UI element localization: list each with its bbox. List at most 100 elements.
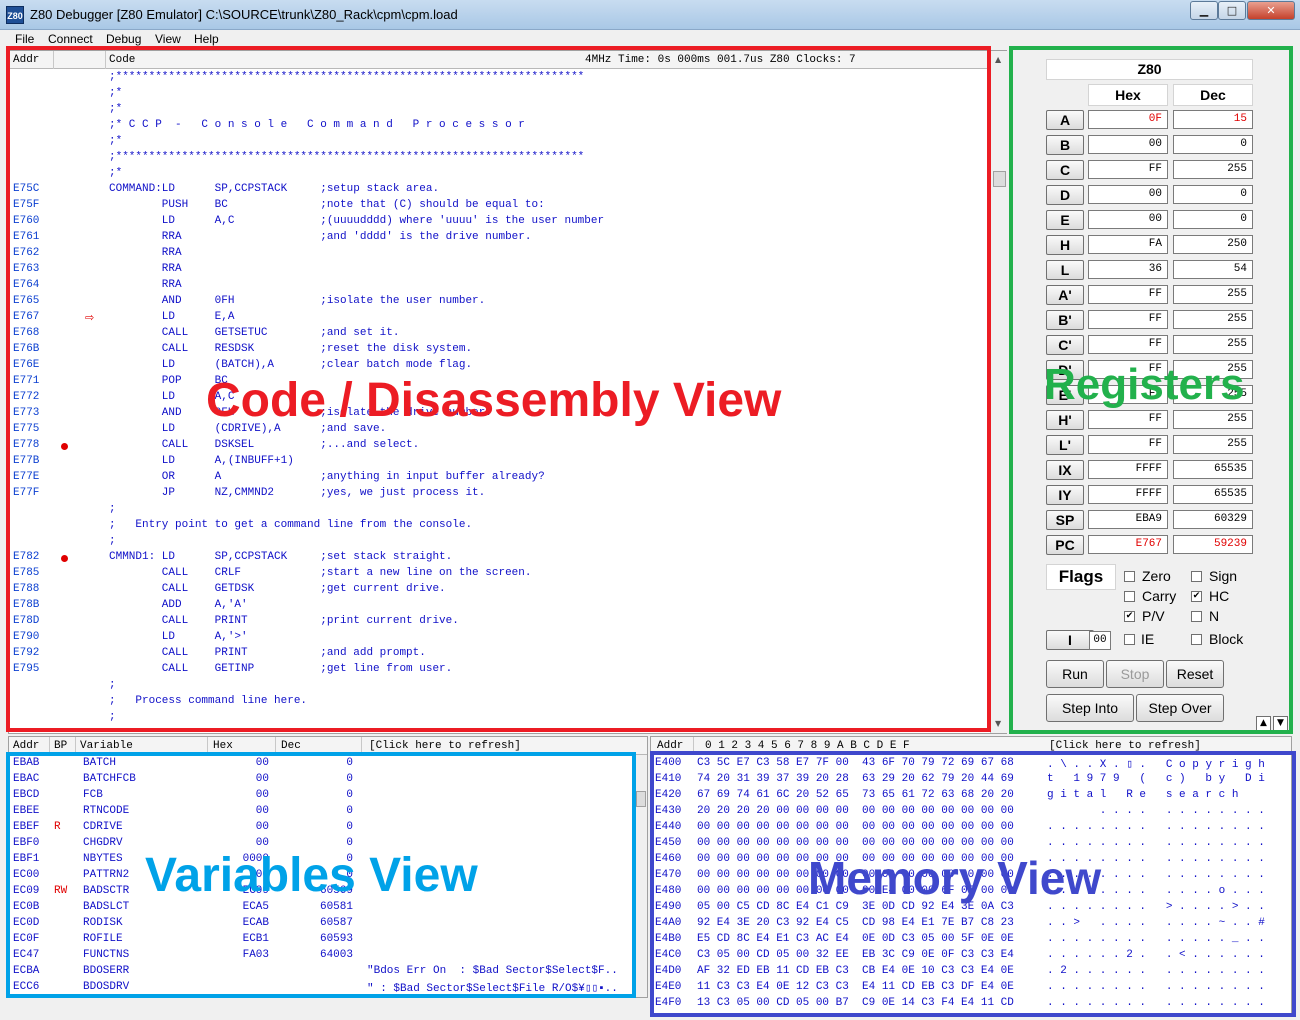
variable-row[interactable]: EBCD FCB 00 0 xyxy=(9,789,633,805)
var-header-hex[interactable]: Hex xyxy=(213,740,233,752)
code-view[interactable]: Addr Code 4MHz Time: 0s 000ms 001.7us Z8… xyxy=(8,50,1007,734)
code-line[interactable]: E792 CALL PRINT ;and add prompt. xyxy=(9,647,989,663)
stop-button[interactable]: Stop xyxy=(1106,660,1164,688)
code-line[interactable]: ; Process command line here. xyxy=(9,695,989,711)
code-header-addr[interactable]: Addr xyxy=(13,54,39,66)
memory-hex-bytes[interactable]: C3 5C E7 C3 58 E7 7F 00 43 6F 70 79 72 6… xyxy=(697,757,1014,773)
code-line[interactable]: ; xyxy=(9,503,989,519)
code-line[interactable]: E778 CALL DSKSEL ;...and select. xyxy=(9,439,989,455)
memory-hex-bytes[interactable]: 67 69 74 61 6C 20 52 65 73 65 61 72 63 6… xyxy=(697,789,1014,805)
menu-debug[interactable]: Debug xyxy=(106,32,141,46)
breakpoint-icon[interactable] xyxy=(61,555,68,562)
ie-checkbox[interactable] xyxy=(1124,634,1135,645)
variable-row[interactable]: EC47 FUNCTNS FA03 64003 xyxy=(9,949,633,965)
code-line[interactable]: E765 AND 0FH ;isolate the user number. xyxy=(9,295,989,311)
code-line[interactable]: ; xyxy=(9,535,989,551)
code-line[interactable]: ;***************************************… xyxy=(9,151,989,167)
memory-row[interactable]: E490 05 00 C5 CD 8C E4 C1 C9 3E 0D CD 92 … xyxy=(651,901,1291,917)
variables-scroll-thumb[interactable] xyxy=(636,791,646,807)
code-line[interactable]: ; xyxy=(9,711,989,727)
code-line[interactable]: E77B LD A,(INBUFF+1) xyxy=(9,455,989,471)
variable-breakpoint[interactable]: R xyxy=(54,821,61,837)
memory-hex-bytes[interactable]: C3 05 00 CD 05 00 32 EE EB 3C C9 0E 0F C… xyxy=(697,949,1014,965)
code-line[interactable]: ;* xyxy=(9,87,989,103)
variables-scrollbar[interactable] xyxy=(633,755,647,997)
mem-header-addr[interactable]: Addr xyxy=(657,740,683,752)
scroll-up-arrow-icon[interactable]: ▲ xyxy=(1256,716,1271,731)
i-register-button[interactable]: I xyxy=(1046,630,1094,650)
code-line[interactable]: E775 LD (CDRIVE),A ;and save. xyxy=(9,423,989,439)
scroll-down-arrow-icon[interactable]: ▼ xyxy=(1273,716,1288,731)
code-line[interactable]: E788 CALL GETDSK ;get current drive. xyxy=(9,583,989,599)
variable-row[interactable]: EBAC BATCHFCB 00 0 xyxy=(9,773,633,789)
memory-row[interactable]: E4C0 C3 05 00 CD 05 00 32 EE EB 3C C9 0E … xyxy=(651,949,1291,965)
code-scrollbar[interactable]: ▲ ▼ xyxy=(990,51,1007,733)
memory-row[interactable]: E470 00 00 00 00 00 00 00 00 00 00 00 00 … xyxy=(651,869,1291,885)
minimize-button[interactable]: ▁ xyxy=(1190,1,1218,20)
variable-row[interactable]: EC0D RODISK ECAB 60587 xyxy=(9,917,633,933)
code-line[interactable]: E76E LD (BATCH),A ;clear batch mode flag… xyxy=(9,359,989,375)
code-scroll-thumb[interactable] xyxy=(993,171,1006,187)
memory-hex-bytes[interactable]: 13 C3 05 00 CD 05 00 B7 C9 0E 14 C3 F4 E… xyxy=(697,997,1014,1013)
code-line[interactable]: E761 RRA ;and 'dddd' is the drive number… xyxy=(9,231,989,247)
memory-hex-bytes[interactable]: 00 00 00 00 00 00 00 00 00 00 00 00 00 0… xyxy=(697,837,1014,853)
code-line[interactable]: E76B CALL RESDSK ;reset the disk system. xyxy=(9,343,989,359)
i-register-field[interactable]: 00 xyxy=(1089,631,1111,650)
memory-row[interactable]: E4A0 92 E4 3E 20 C3 92 E4 C5 CD 98 E4 E1 … xyxy=(651,917,1291,933)
menu-help[interactable]: Help xyxy=(194,32,219,46)
flag-n-checkbox[interactable] xyxy=(1191,611,1202,622)
code-line[interactable]: ;* xyxy=(9,135,989,151)
code-line[interactable]: E763 RRA xyxy=(9,263,989,279)
memory-row[interactable]: E440 00 00 00 00 00 00 00 00 00 00 00 00 … xyxy=(651,821,1291,837)
maximize-button[interactable]: □ xyxy=(1218,1,1246,20)
flag-pv-checkbox[interactable]: ✔ xyxy=(1124,611,1135,622)
memory-row[interactable]: E420 67 69 74 61 6C 20 52 65 73 65 61 72 … xyxy=(651,789,1291,805)
memory-hex-bytes[interactable]: 20 20 20 20 00 00 00 00 00 00 00 00 00 0… xyxy=(697,805,1014,821)
code-line[interactable]: E772 LD A,C xyxy=(9,391,989,407)
code-line[interactable]: E782 CMMND1: LD SP,CCPSTACK ;set stack st… xyxy=(9,551,989,567)
memory-row[interactable]: E450 00 00 00 00 00 00 00 00 00 00 00 00 … xyxy=(651,837,1291,853)
code-line[interactable]: E77F JP NZ,CMMND2 ;yes, we just process … xyxy=(9,487,989,503)
code-line[interactable]: E790 LD A,'>' xyxy=(9,631,989,647)
memory-view[interactable]: Addr 0 1 2 3 4 5 6 7 8 9 A B C D E F [Cl… xyxy=(650,736,1292,1016)
code-line[interactable]: E77E OR A ;anything in input buffer alre… xyxy=(9,471,989,487)
var-header-bp[interactable]: BP xyxy=(54,740,67,752)
memory-row[interactable]: E4D0 AF 32 ED EB 11 CD EB C3 CB E4 0E 10 … xyxy=(651,965,1291,981)
code-line[interactable]: E785 CALL CRLF ;start a new line on the … xyxy=(9,567,989,583)
memory-hex-bytes[interactable]: 00 00 00 00 00 00 00 00 00 00 00 00 00 0… xyxy=(697,821,1014,837)
memory-row[interactable]: E460 00 00 00 00 00 00 00 00 00 00 00 00 … xyxy=(651,853,1291,869)
variable-row[interactable]: EC09 RW BADSCTR EC99 60569 xyxy=(9,885,633,901)
flag-zero-checkbox[interactable] xyxy=(1124,571,1135,582)
menu-connect[interactable]: Connect xyxy=(48,32,93,46)
variable-row[interactable]: EBF1 NBYTES 0000 0 xyxy=(9,853,633,869)
menu-view[interactable]: View xyxy=(155,32,181,46)
run-button[interactable]: Run xyxy=(1046,660,1104,688)
code-line[interactable]: E773 AND 0FH ;isolate the drive number. xyxy=(9,407,989,423)
title-bar[interactable]: Z80 Z80 Debugger [Z80 Emulator] C:\SOURC… xyxy=(0,0,1300,30)
variables-rows[interactable]: EBAB BATCH 00 0 EBAC BATCHFCB 00 0 EBCD FCB 00 0 EBE… xyxy=(9,757,633,997)
code-line[interactable]: ;* xyxy=(9,103,989,119)
memory-hex-bytes[interactable]: E5 CD 8C E4 E1 C3 AC E4 0E 0D C3 05 00 5… xyxy=(697,933,1014,949)
memory-row[interactable]: E400 C3 5C E7 C3 58 E7 7F 00 43 6F 70 79 … xyxy=(651,757,1291,773)
memory-row[interactable]: E480 00 00 00 00 00 00 00 00 00 E4 00 00 … xyxy=(651,885,1291,901)
breakpoint-icon[interactable] xyxy=(61,443,68,450)
memory-row[interactable]: E4E0 11 C3 C3 E4 0E 12 C3 C3 E4 11 CD EB … xyxy=(651,981,1291,997)
variable-row[interactable]: EBEE RTNCODE 00 0 xyxy=(9,805,633,821)
flag-sign-checkbox[interactable] xyxy=(1191,571,1202,582)
code-line[interactable]: E768 CALL GETSETUC ;and set it. xyxy=(9,327,989,343)
code-line[interactable]: E795 CALL GETINP ;get line from user. xyxy=(9,663,989,679)
variable-row[interactable]: EBF0 CHGDRV 00 0 xyxy=(9,837,633,853)
code-line[interactable]: E771 POP BC xyxy=(9,375,989,391)
memory-row[interactable]: E4B0 E5 CD 8C E4 E1 C3 AC E4 0E 0D C3 05 … xyxy=(651,933,1291,949)
code-line[interactable]: ;* xyxy=(9,167,989,183)
code-header-code[interactable]: Code xyxy=(109,54,135,66)
close-button[interactable]: ✕ xyxy=(1247,1,1295,20)
variables-view[interactable]: Addr BP Variable Hex Dec [Click here to … xyxy=(8,736,648,998)
code-line[interactable]: ; xyxy=(9,679,989,695)
reset-button[interactable]: Reset xyxy=(1166,660,1224,688)
variable-row[interactable]: EBAB BATCH 00 0 xyxy=(9,757,633,773)
code-line[interactable]: E762 RRA xyxy=(9,247,989,263)
step-into-button[interactable]: Step Into xyxy=(1046,694,1134,722)
variable-row[interactable]: EC00 PATTRN2 00 0 xyxy=(9,869,633,885)
code-line[interactable]: E78B ADD A,'A' xyxy=(9,599,989,615)
